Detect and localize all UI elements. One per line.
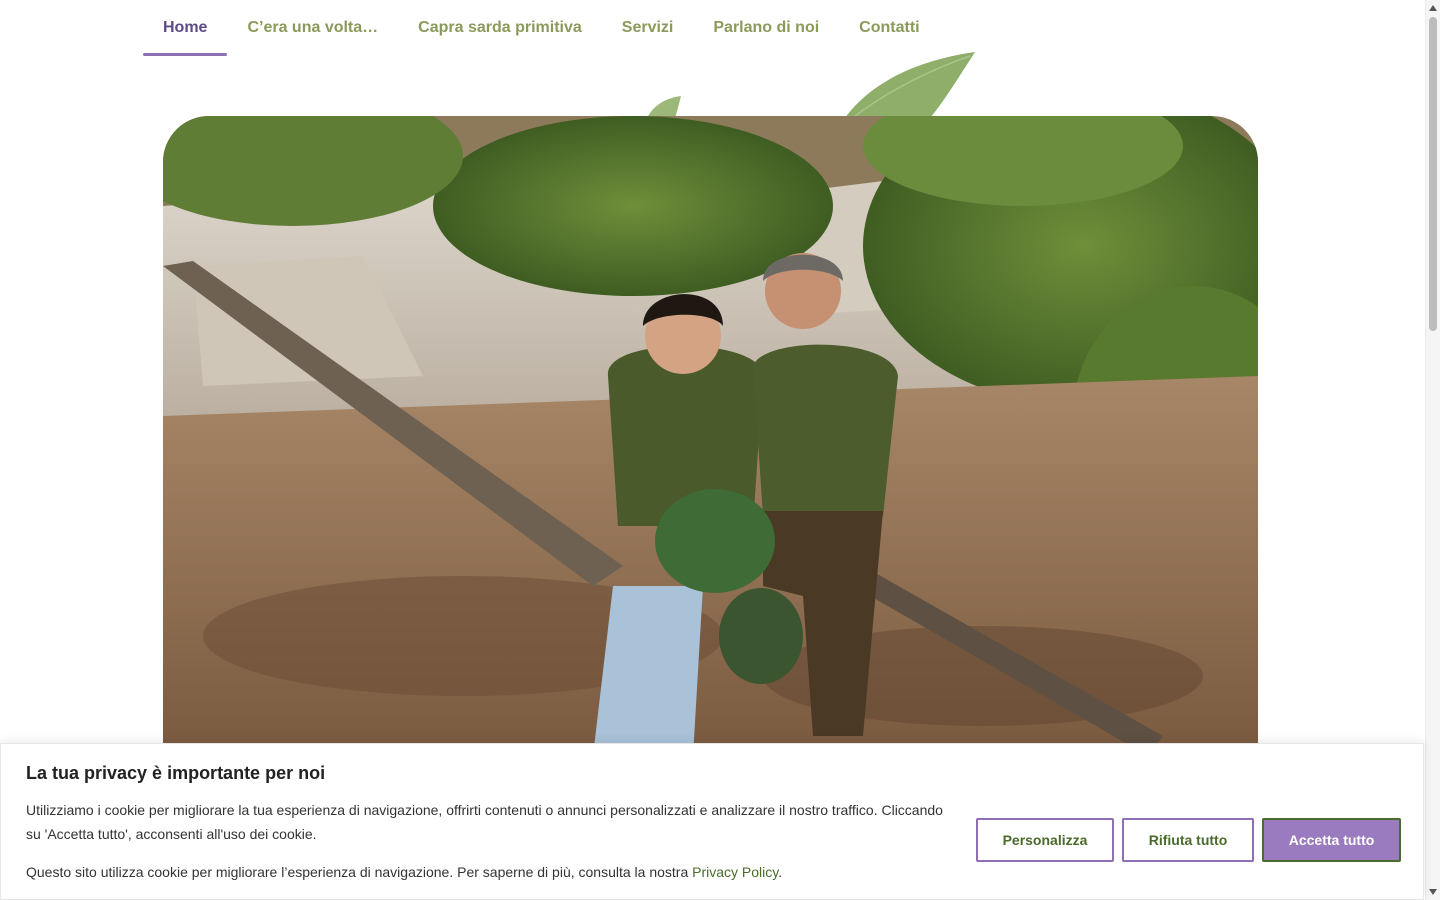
hero-photo bbox=[163, 116, 1258, 756]
scroll-down-arrow-icon[interactable] bbox=[1429, 889, 1437, 895]
scrollbar-thumb[interactable] bbox=[1429, 17, 1437, 331]
decorative-leaf-large bbox=[845, 52, 975, 118]
scroll-up-arrow-icon[interactable] bbox=[1429, 5, 1437, 11]
page: Home C’era una volta… Capra sarda primit… bbox=[0, 0, 1440, 900]
cookie-banner-privacy-suffix: . bbox=[778, 864, 783, 880]
nav-item-cera-una-volta[interactable]: C’era una volta… bbox=[227, 0, 398, 56]
accept-all-button[interactable]: Accetta tutto bbox=[1262, 818, 1401, 862]
nav-item-contatti[interactable]: Contatti bbox=[839, 0, 939, 56]
cookie-banner-text: Utilizziamo i cookie per migliorare la t… bbox=[26, 802, 943, 842]
customize-button[interactable]: Personalizza bbox=[976, 818, 1114, 862]
nav-item-parlano-di-noi[interactable]: Parlano di noi bbox=[693, 0, 839, 56]
nav-item-servizi[interactable]: Servizi bbox=[602, 0, 694, 56]
main-nav: Home C’era una volta… Capra sarda primit… bbox=[143, 0, 940, 56]
privacy-policy-link[interactable]: Privacy Policy bbox=[692, 864, 778, 880]
cookie-banner-privacy-prefix: Questo sito utilizza cookie per migliora… bbox=[26, 864, 693, 880]
hero-photo-illustration bbox=[163, 116, 1258, 756]
nav-item-home[interactable]: Home bbox=[143, 0, 228, 56]
nav-item-capra-sarda[interactable]: Capra sarda primitiva bbox=[398, 0, 602, 56]
cookie-banner: La tua privacy è importante per noi Util… bbox=[0, 743, 1424, 900]
reject-all-button[interactable]: Rifiuta tutto bbox=[1122, 818, 1254, 862]
cookie-banner-title: La tua privacy è importante per noi bbox=[26, 763, 326, 783]
cookie-banner-privacy-text: Questo sito utilizza cookie per migliora… bbox=[26, 860, 782, 884]
page-scrollbar[interactable] bbox=[1425, 0, 1440, 900]
